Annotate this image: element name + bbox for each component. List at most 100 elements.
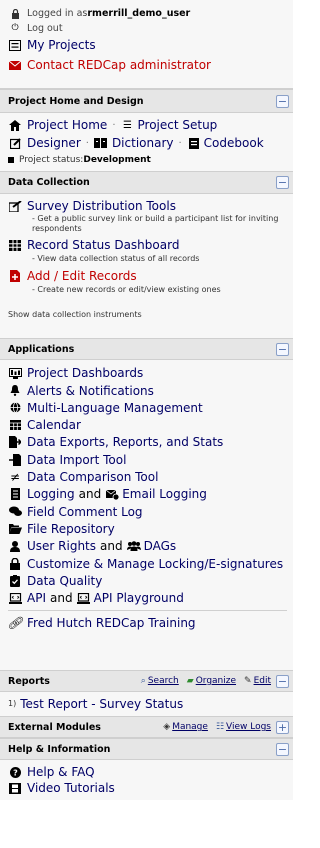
project-dashboards-link[interactable]: Project Dashboards bbox=[8, 364, 287, 382]
locking-link[interactable]: Customize & Manage Locking/E-signatures bbox=[8, 555, 287, 572]
view-logs-link[interactable]: ☷ View Logs bbox=[216, 722, 271, 732]
manage-modules-link[interactable]: ◈ Manage bbox=[163, 722, 208, 732]
log-icon bbox=[8, 488, 22, 500]
external-modules-actions: ◈ Manage ☷ View Logs bbox=[163, 722, 271, 732]
user-rights-row: User Rights and DAGs bbox=[8, 537, 287, 555]
data-import-label: Data Import Tool bbox=[27, 452, 127, 467]
survey-tools-description: - Get a public survey link or build a pa… bbox=[32, 214, 279, 233]
data-quality-link[interactable]: Data Quality bbox=[8, 572, 287, 589]
calendar-link[interactable]: Calendar bbox=[8, 416, 287, 433]
not-equal-icon: ≠ bbox=[9, 469, 21, 484]
video-tutorials-link[interactable]: Video Tutorials bbox=[8, 780, 287, 796]
data-import-link[interactable]: Data Import Tool bbox=[8, 451, 287, 468]
record-status-link[interactable]: Record Status Dashboard bbox=[8, 236, 287, 254]
logout-label: Log out bbox=[27, 22, 63, 34]
section-applications-header: Applications − bbox=[0, 338, 293, 360]
video-tutorials-label: Video Tutorials bbox=[27, 781, 115, 795]
section-title: Project Home and Design bbox=[8, 95, 144, 107]
contact-admin-link[interactable]: Contact REDCap administrator bbox=[8, 55, 287, 75]
reports-organize-link[interactable]: ▰ Organize bbox=[187, 676, 236, 686]
api-playground-link[interactable]: API Playground bbox=[94, 591, 184, 605]
show-instruments-link[interactable]: Show data collection instruments bbox=[8, 307, 287, 321]
section-reports: 1) Test Report - Survey Status bbox=[0, 692, 293, 716]
record-status-label: Record Status Dashboard bbox=[27, 238, 180, 252]
section-title: External Modules bbox=[8, 721, 101, 733]
file-repository-label: File Repository bbox=[27, 521, 115, 536]
collapse-button[interactable]: − bbox=[276, 342, 289, 356]
project-setup-link[interactable]: Project Setup bbox=[138, 118, 218, 132]
training-link[interactable]: 🔗︎ Fred Hutch REDCap Training bbox=[7, 614, 287, 631]
dags-link[interactable]: DAGs bbox=[144, 539, 177, 553]
section-title: Data Collection bbox=[8, 177, 90, 188]
collapse-button[interactable]: − bbox=[276, 674, 289, 688]
clipboard-check-icon bbox=[8, 574, 22, 587]
organize-label: Organize bbox=[195, 676, 237, 686]
project-home-link[interactable]: Project Home bbox=[27, 118, 107, 132]
section-title: Help & Information bbox=[8, 743, 111, 755]
project-status-label: Project status: bbox=[19, 154, 84, 165]
project-status-value: Development bbox=[83, 154, 151, 165]
bell-icon bbox=[8, 385, 22, 396]
calendar-label: Calendar bbox=[27, 417, 81, 432]
email-logging-link[interactable]: Email Logging bbox=[122, 487, 207, 501]
reports-edit-link[interactable]: ✎ Edit bbox=[244, 676, 271, 686]
report-label: Test Report - Survey Status bbox=[20, 696, 184, 711]
search-label: Search bbox=[147, 676, 179, 686]
folder-open-icon bbox=[8, 523, 22, 534]
expand-button[interactable]: + bbox=[276, 720, 289, 734]
cube-icon: ◈ bbox=[163, 722, 171, 732]
logged-in-label: Logged in as bbox=[27, 8, 88, 19]
section-help-header: Help & Information − bbox=[0, 738, 293, 760]
reports-actions: ⌕ Search ▰ Organize ✎ Edit bbox=[141, 676, 271, 686]
table-icon bbox=[8, 239, 22, 251]
file-repository-link[interactable]: File Repository bbox=[8, 520, 287, 537]
and-text: and bbox=[78, 487, 102, 501]
report-item[interactable]: 1) Test Report - Survey Status bbox=[8, 695, 287, 712]
field-comment-label: Field Comment Log bbox=[27, 504, 143, 519]
alerts-label: Alerts & Notifications bbox=[27, 383, 154, 398]
reports-search-link[interactable]: ⌕ Search bbox=[141, 676, 179, 686]
logout-link[interactable]: ⏻ Log out bbox=[8, 21, 287, 35]
multi-language-label: Multi-Language Management bbox=[27, 400, 203, 415]
my-projects-link[interactable]: My Projects bbox=[8, 35, 287, 55]
user-rights-link[interactable]: User Rights bbox=[27, 539, 96, 553]
logging-link[interactable]: Logging bbox=[27, 487, 75, 501]
lock-icon bbox=[8, 8, 22, 19]
data-quality-label: Data Quality bbox=[27, 573, 103, 588]
section-data-collection-header: Data Collection − bbox=[0, 171, 293, 194]
collapse-button[interactable]: − bbox=[276, 94, 289, 108]
separator-dot: · bbox=[112, 119, 116, 131]
record-status-description: - View data collection status of all rec… bbox=[32, 254, 200, 263]
add-edit-records-link[interactable]: Add / Edit Records bbox=[8, 267, 287, 285]
data-exports-link[interactable]: Data Exports, Reports, and Stats bbox=[8, 433, 287, 451]
data-comparison-link[interactable]: ≠ Data Comparison Tool bbox=[8, 468, 287, 485]
field-comment-log-link[interactable]: Field Comment Log bbox=[8, 503, 287, 520]
collapse-button[interactable]: − bbox=[276, 742, 289, 756]
codebook-link[interactable]: Codebook bbox=[204, 136, 264, 150]
power-icon: ⏻ bbox=[11, 23, 19, 33]
survey-tools-label: Survey Distribution Tools bbox=[27, 199, 176, 213]
username: rmerrill_demo_user bbox=[87, 8, 191, 19]
codebook-icon bbox=[187, 137, 201, 149]
and-text: and bbox=[49, 591, 73, 605]
designer-link[interactable]: Designer bbox=[27, 136, 81, 150]
square-icon bbox=[8, 156, 14, 163]
survey-tools-link[interactable]: Survey Distribution Tools bbox=[8, 198, 287, 214]
manage-label: Manage bbox=[172, 722, 208, 732]
multi-language-link[interactable]: Multi-Language Management bbox=[8, 399, 287, 416]
and-text: and bbox=[100, 539, 123, 553]
file-export-icon bbox=[8, 436, 22, 448]
api-link[interactable]: API bbox=[27, 591, 46, 605]
section-reports-header: Reports ⌕ Search ▰ Organize ✎ Edit − bbox=[0, 670, 293, 692]
help-faq-link[interactable]: ? Help & FAQ bbox=[8, 764, 287, 780]
lock-icon bbox=[8, 557, 22, 570]
add-edit-description: - Create new records or edit/view existi… bbox=[32, 285, 221, 294]
help-faq-label: Help & FAQ bbox=[27, 765, 95, 779]
globe-icon bbox=[8, 402, 22, 413]
project-home-row: Project Home · ☰ Project Setup bbox=[8, 116, 287, 134]
dictionary-link[interactable]: Dictionary bbox=[112, 136, 174, 150]
api-row: API and API Playground bbox=[8, 589, 287, 607]
alerts-link[interactable]: Alerts & Notifications bbox=[8, 382, 287, 399]
logging-row: Logging and Email Logging bbox=[8, 485, 287, 503]
collapse-button[interactable]: − bbox=[276, 176, 289, 189]
